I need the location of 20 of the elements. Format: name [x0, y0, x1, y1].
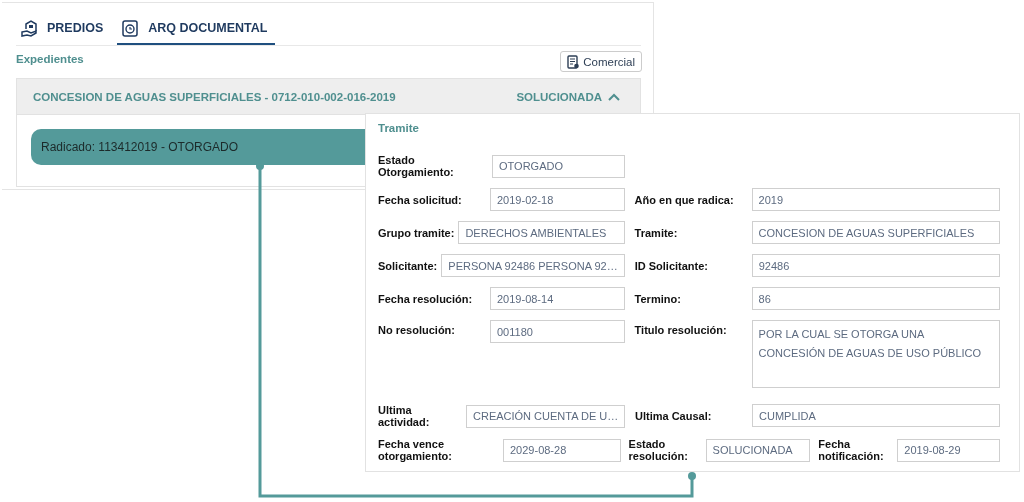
field-label: Titulo resolución:: [634, 323, 728, 336]
field-label: Ultima Causal:: [635, 409, 713, 422]
field-label: Fecha vence otorgamiento:: [378, 438, 453, 462]
field-label: Tramite:: [634, 226, 679, 239]
field-label: Fecha notificación:: [818, 438, 885, 462]
section-title: Expedientes: [16, 53, 84, 65]
field-label: Termino:: [634, 292, 682, 305]
field-label: Grupo tramite:: [378, 226, 455, 239]
field-label: ID Solicitante:: [634, 259, 709, 272]
field-label: Ultima actividad:: [378, 404, 431, 428]
popup-title: Tramite: [378, 122, 420, 134]
expediente-title: CONCESION DE AGUAS SUPERFICIALES - 0712-010-002-016-2019: [33, 90, 397, 103]
field-label: Estado Otorgamiento:: [378, 154, 455, 178]
field-label: Fecha resolución:: [378, 292, 474, 305]
field-label: Fecha solicitud:: [378, 193, 463, 206]
status-label: SOLUCIONADA: [516, 90, 602, 103]
field-label: Año en que radica:: [634, 193, 735, 206]
field-label: No resolución:: [378, 323, 456, 336]
field-label: Estado resolución:: [628, 438, 689, 462]
field-label: Solicitante:: [378, 259, 438, 272]
